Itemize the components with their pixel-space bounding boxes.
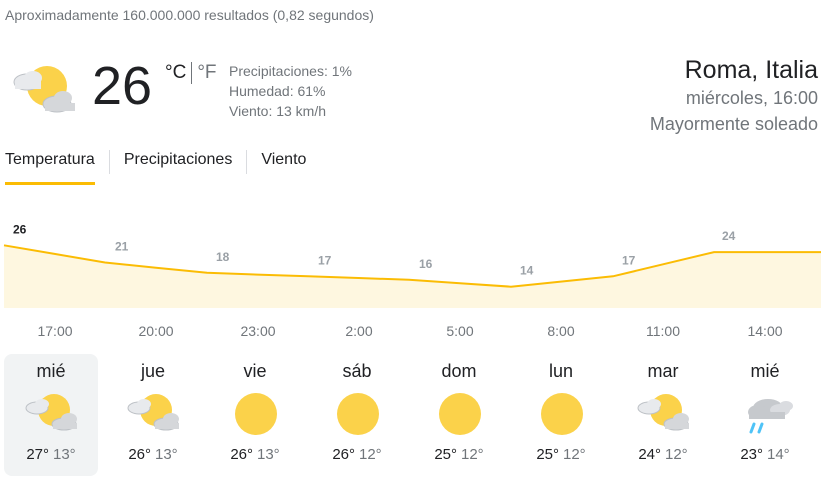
fahrenheit-toggle[interactable]: °F [197,62,216,84]
day-high: 27° [26,446,49,463]
day-low: 12° [665,446,688,463]
day-temps: 27° 13° [4,446,98,463]
sun-icon [328,390,388,438]
chart-data-label: 24 [722,229,736,243]
forecast-day-7[interactable]: mié 23° 14° [718,354,812,476]
celsius-toggle[interactable]: °C [165,62,186,84]
day-name: mar [647,361,679,381]
chart-data-label: 21 [115,240,129,254]
forecast-day-1[interactable]: jue 26° 13° [106,354,200,476]
chart-time-label: 14:00 [747,323,783,339]
current-temperature: 26 [92,56,153,116]
day-low: 13° [53,446,76,463]
day-name: mié [36,361,66,381]
forecast-day-2[interactable]: vie 26° 13° [208,354,302,476]
forecast-day-5[interactable]: lun 25° 12° [514,354,608,476]
chart-time-label: 20:00 [138,323,174,339]
day-temps: 25° 12° [412,446,506,463]
day-high: 24° [638,446,661,463]
sun-icon [430,390,490,438]
chart-data-label: 14 [520,264,534,278]
chart-data-label: 16 [419,257,433,271]
results-count: Aproximadamente 160.000.000 resultados (… [5,7,374,23]
day-temps: 23° 14° [718,446,812,463]
day-low: 14° [767,446,790,463]
weather-details: Precipitaciones: 1% Humedad: 61% Viento:… [229,61,352,121]
chart-tabs: Temperatura Precipitaciones Viento [0,148,320,185]
tab-temperatura[interactable]: Temperatura [0,148,109,185]
day-high: 26° [128,446,151,463]
chart-data-label: 17 [622,253,636,267]
day-low: 13° [257,446,280,463]
chart-time-label: 17:00 [37,323,73,339]
day-name: mié [750,361,780,381]
day-name: vie [243,361,267,381]
unit-switch: °C °F [165,62,217,84]
wind-text: Viento: 13 km/h [229,103,327,119]
forecast-day-0[interactable]: mié 27° 13° [4,354,98,476]
rain-icon [736,390,796,438]
sun-icon [226,390,286,438]
tab-viento[interactable]: Viento [247,148,320,181]
day-temps: 26° 12° [310,446,404,463]
location-datetime: miércoles, 16:00 [685,88,818,108]
day-high: 25° [434,446,457,463]
daily-forecast: mié 27° 13° jue 26° 13° vie 26° 13° sáb 26° 12° dom 2… [4,354,821,479]
tab-precipitaciones[interactable]: Precipitaciones [110,148,247,181]
day-low: 12° [461,446,484,463]
partly-sunny-icon [634,390,694,438]
day-high: 23° [740,446,763,463]
day-low: 12° [359,446,382,463]
day-high: 25° [536,446,559,463]
partly-sunny-icon [124,390,184,438]
day-high: 26° [230,446,253,463]
day-temps: 26° 13° [208,446,302,463]
location-city: Roma, Italia [684,56,818,84]
forecast-day-4[interactable]: dom 25° 12° [412,354,506,476]
day-temps: 25° 12° [514,446,608,463]
chart-time-label: 8:00 [547,323,575,339]
chart-data-label: 17 [318,253,332,267]
day-name: jue [140,361,166,381]
sun-icon [532,390,592,438]
day-low: 13° [155,446,178,463]
chart-data-label: 18 [216,250,230,264]
day-name: sáb [342,361,372,381]
location-panel: Roma, Italia miércoles, 16:00 Mayormente… [650,55,818,137]
chart-time-label: 23:00 [240,323,276,339]
chart-time-label: 2:00 [345,323,373,339]
chart-data-label: 26 [13,222,27,236]
day-name: dom [441,361,477,381]
forecast-day-3[interactable]: sáb 26° 12° [310,354,404,476]
chart-time-label: 11:00 [646,323,680,339]
precipitation-text: Precipitaciones: 1% [229,63,352,79]
temperature-chart[interactable]: 26 21 18 17 16 14 17 24 [0,200,821,312]
day-high: 26° [332,446,355,463]
forecast-day-6[interactable]: mar 24° 12° [616,354,710,476]
day-temps: 26° 13° [106,446,200,463]
unit-divider [191,62,193,84]
day-temps: 24° 12° [616,446,710,463]
partly-sunny-icon [22,390,82,438]
weather-condition: Mayormente soleado [649,114,818,134]
chart-area [4,245,821,308]
day-low: 12° [563,446,586,463]
humidity-text: Humedad: 61% [229,83,326,99]
chart-time-label: 5:00 [446,323,474,339]
day-name: lun [548,361,574,381]
partly-sunny-icon [5,60,81,120]
